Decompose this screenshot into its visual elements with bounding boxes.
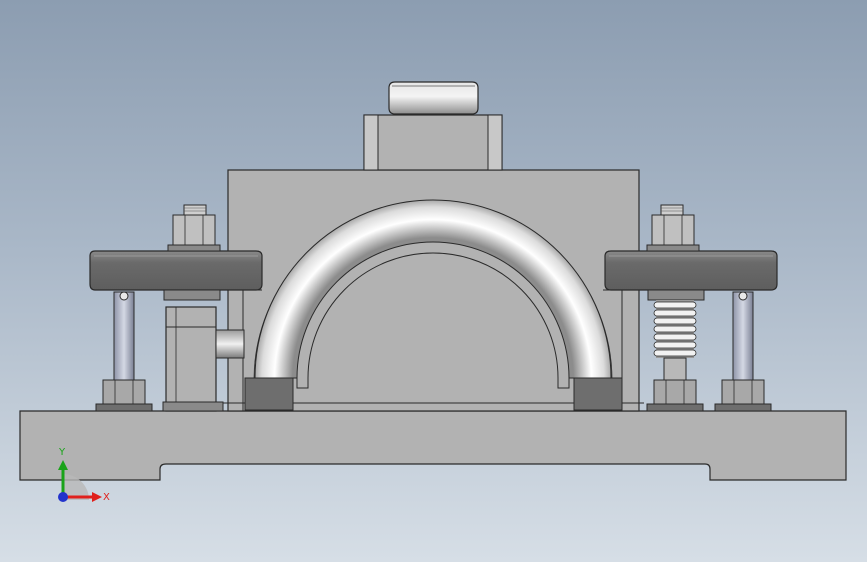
compression-spring[interactable] bbox=[653, 300, 697, 381]
base-plate[interactable] bbox=[19, 410, 847, 481]
left-foot-block[interactable] bbox=[244, 377, 294, 411]
hex-nut[interactable] bbox=[167, 204, 221, 252]
side-pin[interactable] bbox=[215, 329, 245, 359]
top-cap-disk[interactable] bbox=[388, 81, 479, 115]
z-axis-dot-icon bbox=[58, 492, 68, 502]
y-axis-label: Y bbox=[58, 447, 66, 458]
right-guide-rod[interactable] bbox=[732, 291, 754, 385]
cad-viewport[interactable]: Y X bbox=[0, 0, 867, 562]
x-axis-arrowhead-icon bbox=[92, 492, 102, 502]
support-post[interactable] bbox=[165, 306, 217, 412]
hex-nut[interactable] bbox=[646, 204, 700, 252]
hex-nut[interactable] bbox=[714, 379, 772, 412]
top-cap[interactable] bbox=[363, 114, 503, 171]
right-foot-block[interactable] bbox=[573, 377, 623, 411]
left-guide-rod[interactable] bbox=[113, 291, 135, 385]
x-axis-label: X bbox=[103, 492, 110, 503]
hex-nut[interactable] bbox=[95, 379, 153, 412]
hex-nut[interactable] bbox=[646, 379, 704, 412]
assembly-drawing: Y X bbox=[19, 81, 847, 503]
post-base-washer bbox=[162, 401, 224, 412]
